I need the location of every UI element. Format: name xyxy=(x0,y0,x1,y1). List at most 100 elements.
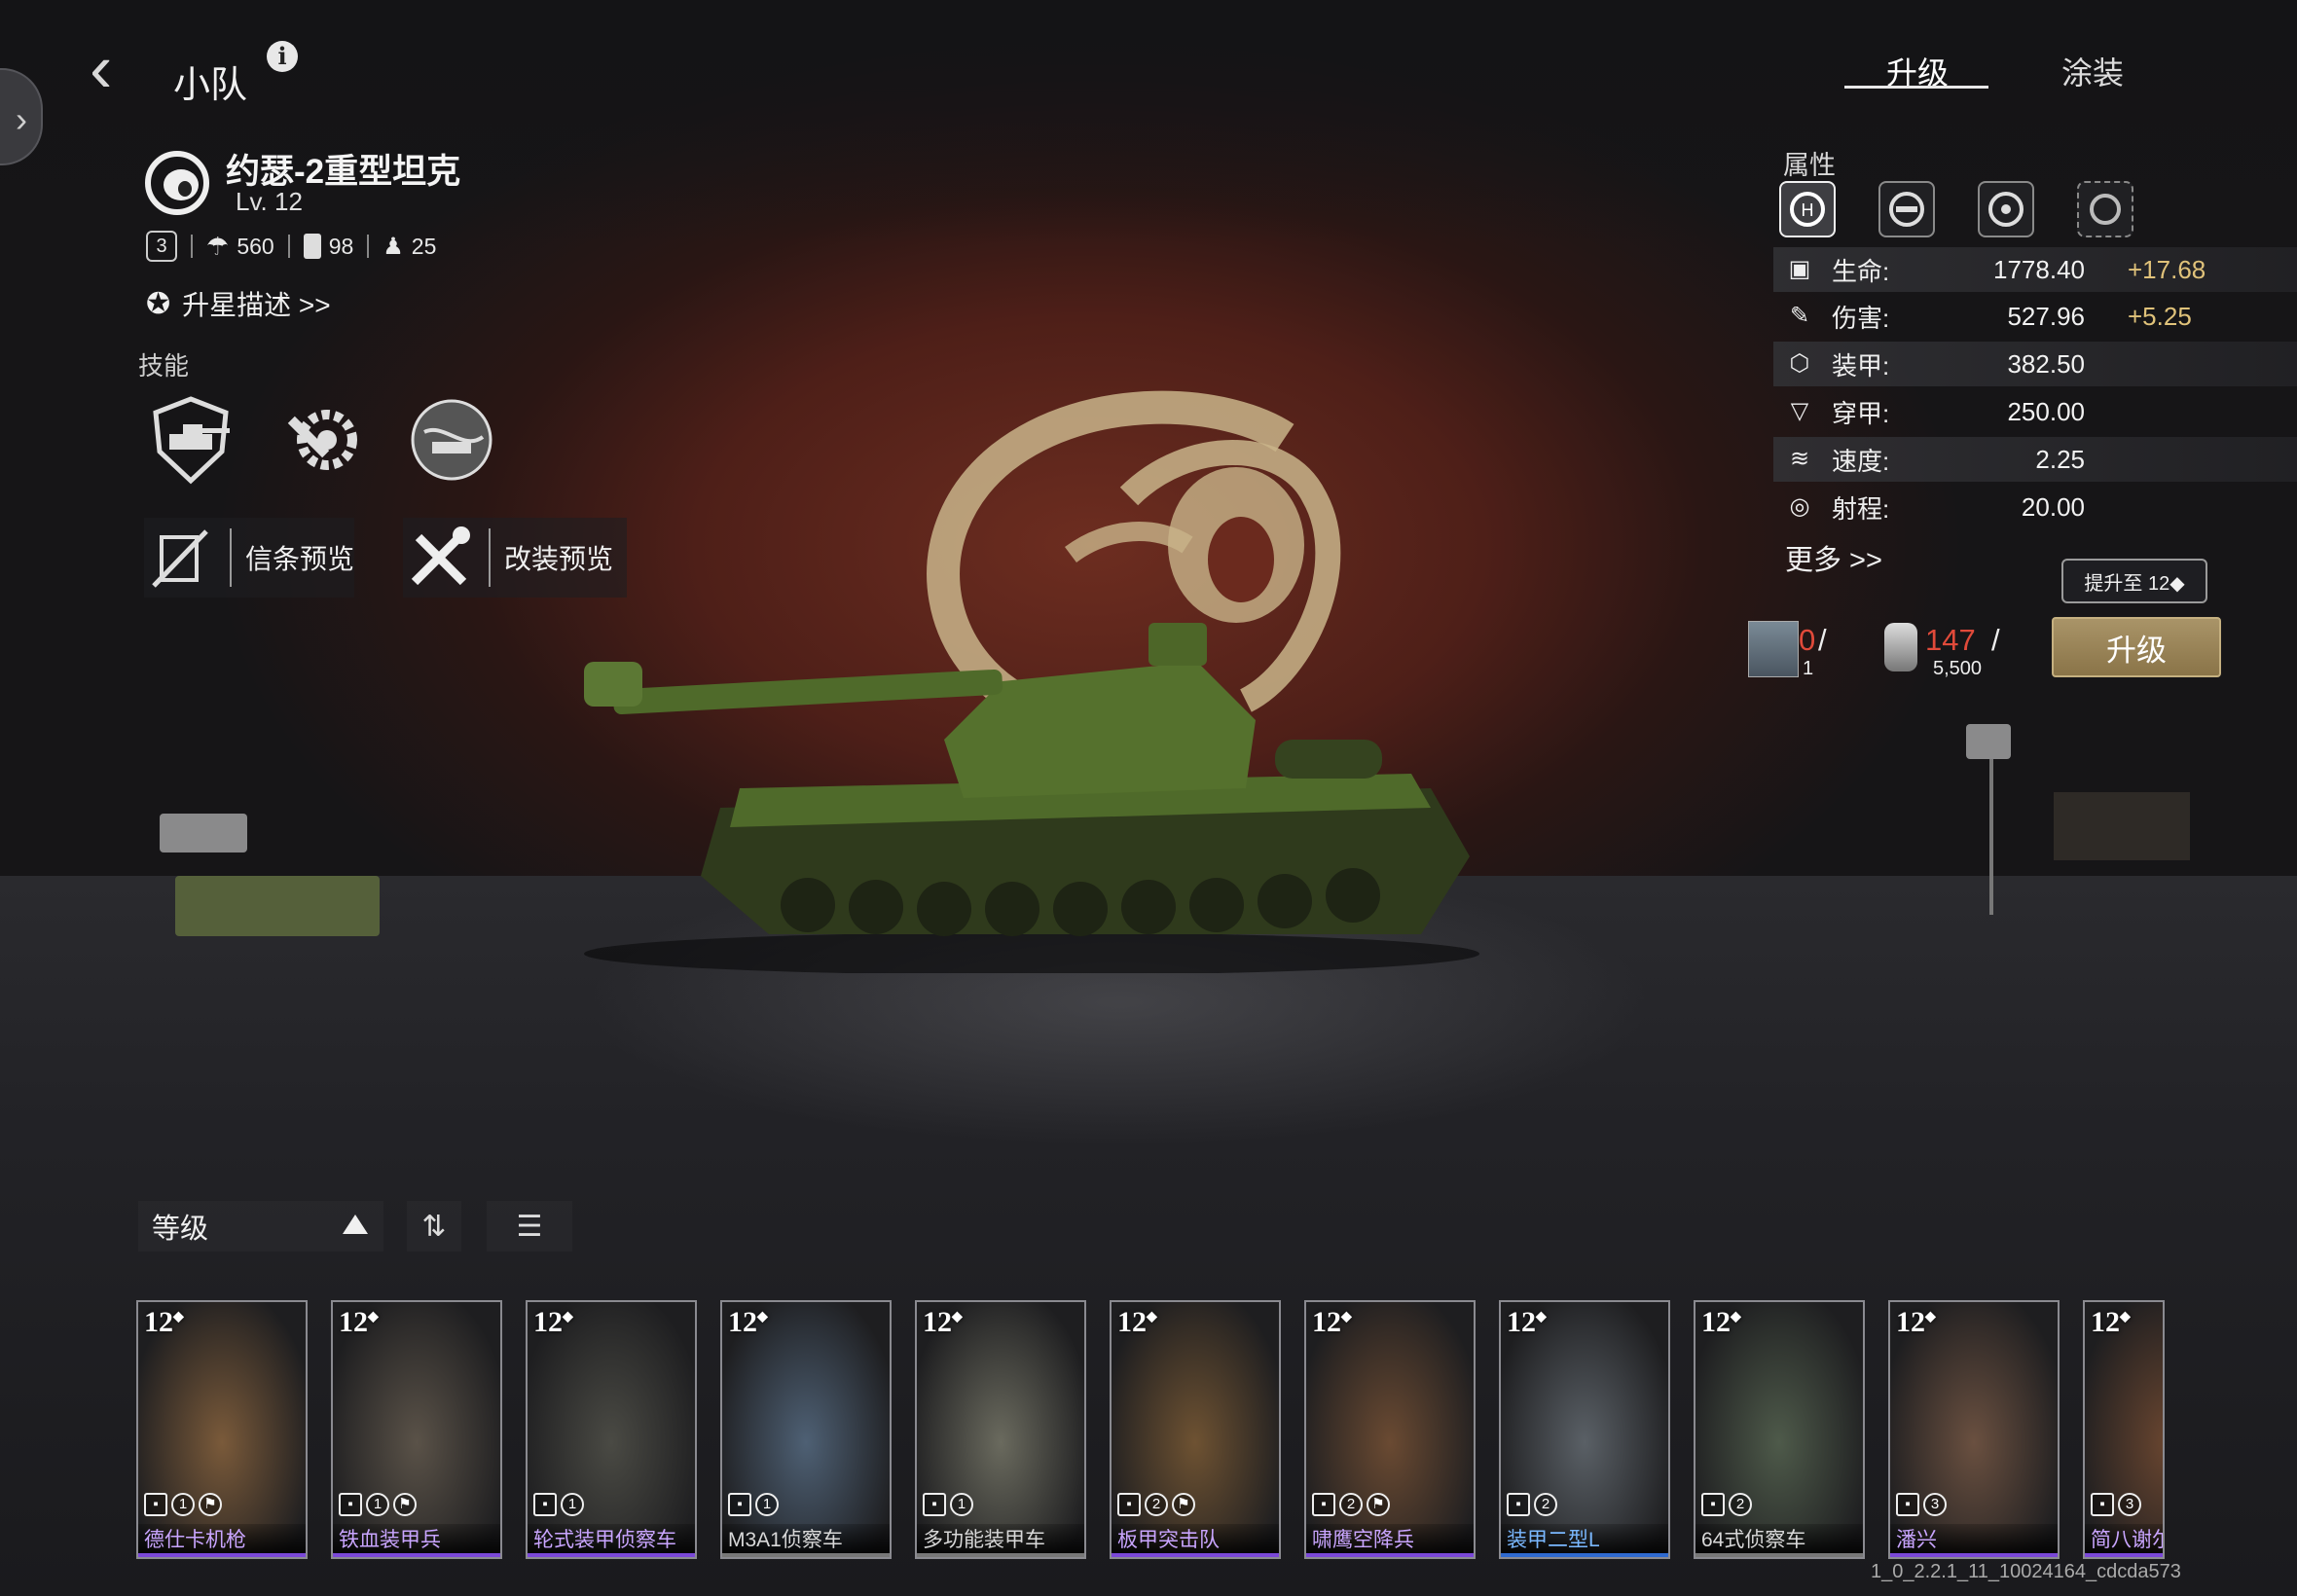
upgrade-target-tooltip: 提升至 12◆ xyxy=(2061,559,2207,603)
unit-type-icon: ▪ xyxy=(1312,1493,1335,1516)
flag-icon: ⚑ xyxy=(393,1493,417,1516)
card-name: 装甲二型L xyxy=(1501,1524,1668,1557)
metal-ingot-icon xyxy=(1884,623,1917,671)
unit-card[interactable]: 12◆ ▪ 1 多功能装甲车 xyxy=(915,1300,1086,1559)
creed-preview-label: 信条预览 xyxy=(245,544,355,574)
damage-icon: ✎ xyxy=(1789,303,1810,329)
unit-card-art xyxy=(1112,1302,1279,1557)
star-upgrade-link[interactable]: ✪ 升星描述 >> xyxy=(146,284,331,323)
card-name: 多功能装甲车 xyxy=(917,1524,1084,1557)
card-name: 简八谢尔 xyxy=(2085,1524,2163,1557)
svg-text:H: H xyxy=(1802,200,1814,220)
chevron-right-icon: › xyxy=(16,99,27,139)
attr-row-damage: ✎ 伤害: 527.96 +5.25 xyxy=(1773,294,2297,339)
fuel-count: 98 xyxy=(328,233,354,259)
unit-card[interactable]: 12◆ ▪ 2 ⚑ 板甲突击队 xyxy=(1110,1300,1281,1559)
unit-card-art xyxy=(1306,1302,1474,1557)
repair-gear-skill-icon[interactable] xyxy=(274,393,368,487)
unit-type-icon: ▪ xyxy=(923,1493,946,1516)
card-name: M3A1侦察车 xyxy=(722,1524,890,1557)
target-attr-icon[interactable] xyxy=(1978,181,2034,237)
globe-tank-skill-icon[interactable] xyxy=(405,393,498,487)
back-arrow-icon[interactable]: ‹ xyxy=(90,34,148,107)
card-name: 轮式装甲侦察车 xyxy=(528,1524,695,1557)
card-rank-badge: 2 xyxy=(1145,1493,1168,1516)
filter-button[interactable]: ☰ xyxy=(487,1201,572,1251)
card-rank-badge: 2 xyxy=(1534,1493,1557,1516)
light-stand xyxy=(1989,759,1993,915)
card-level: 12◆ xyxy=(923,1306,963,1338)
stars-icon: ✪ xyxy=(146,287,171,320)
unit-card[interactable]: 12◆ ▪3 简八谢尔 xyxy=(2083,1300,2165,1559)
soldier-icon: ♟ xyxy=(383,233,404,260)
floodlight-right xyxy=(1966,724,2011,759)
unit-card[interactable]: 12◆ ▪ 2 ⚑ 啸鹰空降兵 xyxy=(1304,1300,1476,1559)
card-rank-badge: 1 xyxy=(366,1493,389,1516)
unit-card-art xyxy=(2085,1302,2163,1557)
card-rank-badge: 1 xyxy=(755,1493,779,1516)
penetration-icon: ▽ xyxy=(1790,398,1809,424)
card-level: 12◆ xyxy=(339,1306,379,1338)
unit-type-icon: ▪ xyxy=(1507,1493,1530,1516)
unit-card-thumb-icon xyxy=(1748,621,1799,677)
card-rank-badge: 1 xyxy=(950,1493,973,1516)
info-icon[interactable]: i xyxy=(267,41,298,72)
version-string: 1_0_2.2.1_11_10024164_cdcda573 xyxy=(1871,1561,2181,1582)
unit-card-art xyxy=(138,1302,306,1557)
card-level: 12◆ xyxy=(1117,1306,1157,1338)
sort-swap-button[interactable]: ⇅ xyxy=(407,1201,461,1251)
sort-label: 等级 xyxy=(152,1214,209,1245)
creed-preview-button[interactable]: 信条预览 xyxy=(144,518,355,598)
unit-type-icon: ▪ xyxy=(1117,1493,1141,1516)
flag-icon: ⚑ xyxy=(1367,1493,1390,1516)
more-attributes-link[interactable]: 更多 >> xyxy=(1785,537,1882,578)
parachute-count: 560 xyxy=(237,233,274,259)
card-level: 12◆ xyxy=(1701,1306,1741,1338)
unit-card-art xyxy=(528,1302,695,1557)
unit-card[interactable]: 12◆ ▪ 1 轮式装甲侦察车 xyxy=(526,1300,697,1559)
card-rank-badge: 3 xyxy=(1923,1493,1947,1516)
card-rank-badge: 3 xyxy=(2118,1493,2141,1516)
unit-card[interactable]: 12◆ ▪ 1 M3A1侦察车 xyxy=(720,1300,892,1559)
card-level: 12◆ xyxy=(533,1306,573,1338)
unit-card-art xyxy=(1501,1302,1668,1557)
fuel-barrel-icon xyxy=(303,234,321,259)
unit-type-icon: ▪ xyxy=(533,1493,557,1516)
card-rank-badge: 1 xyxy=(561,1493,584,1516)
tank-shield-skill-icon[interactable] xyxy=(144,393,237,487)
card-level: 12◆ xyxy=(1507,1306,1547,1338)
upgrade-button[interactable]: 升级 xyxy=(2052,617,2221,677)
card-level: 12◆ xyxy=(144,1306,184,1338)
card-level: 12◆ xyxy=(1896,1306,1936,1338)
card-level: 12◆ xyxy=(1312,1306,1352,1338)
workbench xyxy=(2054,792,2190,860)
mod-preview-button[interactable]: 改装预览 xyxy=(403,518,628,598)
armor-attr-icon[interactable] xyxy=(1878,181,1935,237)
parachute-icon: ☂ xyxy=(206,231,230,261)
unit-card-art xyxy=(1695,1302,1863,1557)
attr-row-health: ▣ 生命: 1778.40 +17.68 xyxy=(1773,247,2297,292)
rank-hex-icon: 3 xyxy=(146,231,177,262)
tank-model xyxy=(584,623,1479,973)
unit-type-icon: ▪ xyxy=(1701,1493,1725,1516)
unit-level: Lv. 12 xyxy=(236,187,303,216)
unit-card-art xyxy=(333,1302,500,1557)
card-rank-badge: 2 xyxy=(1729,1493,1752,1516)
health-attr-icon[interactable]: H xyxy=(1779,181,1836,237)
unit-type-icon: ▪ xyxy=(1896,1493,1919,1516)
tab-skin[interactable]: 涂装 xyxy=(2061,49,2124,93)
cycle-attr-icon[interactable] xyxy=(2077,181,2133,237)
unit-card[interactable]: 12◆ ▪ 1 ⚑ 德仕卡机枪 xyxy=(136,1300,308,1559)
flag-icon: ⚑ xyxy=(1172,1493,1195,1516)
sort-dropdown[interactable]: 等级 xyxy=(138,1201,383,1251)
unit-card[interactable]: 12◆ ▪ 2 装甲二型L xyxy=(1499,1300,1670,1559)
unit-card[interactable]: 12◆ ▪ 1 ⚑ 铁血装甲兵 xyxy=(331,1300,502,1559)
skills-heading: 技能 xyxy=(138,351,190,381)
unit-card[interactable]: 12◆ ▪ 2 64式侦察车 xyxy=(1694,1300,1865,1559)
attr-row-penetration: ▽ 穿甲: 250.00 xyxy=(1773,389,2297,434)
card-name: 啸鹰空降兵 xyxy=(1306,1524,1474,1557)
range-icon: ◎ xyxy=(1789,493,1810,520)
soldier-count: 25 xyxy=(411,233,437,259)
unit-card[interactable]: 12◆ ▪ 3 潘兴 xyxy=(1888,1300,2060,1559)
mod-preview-label: 改装预览 xyxy=(504,544,614,574)
